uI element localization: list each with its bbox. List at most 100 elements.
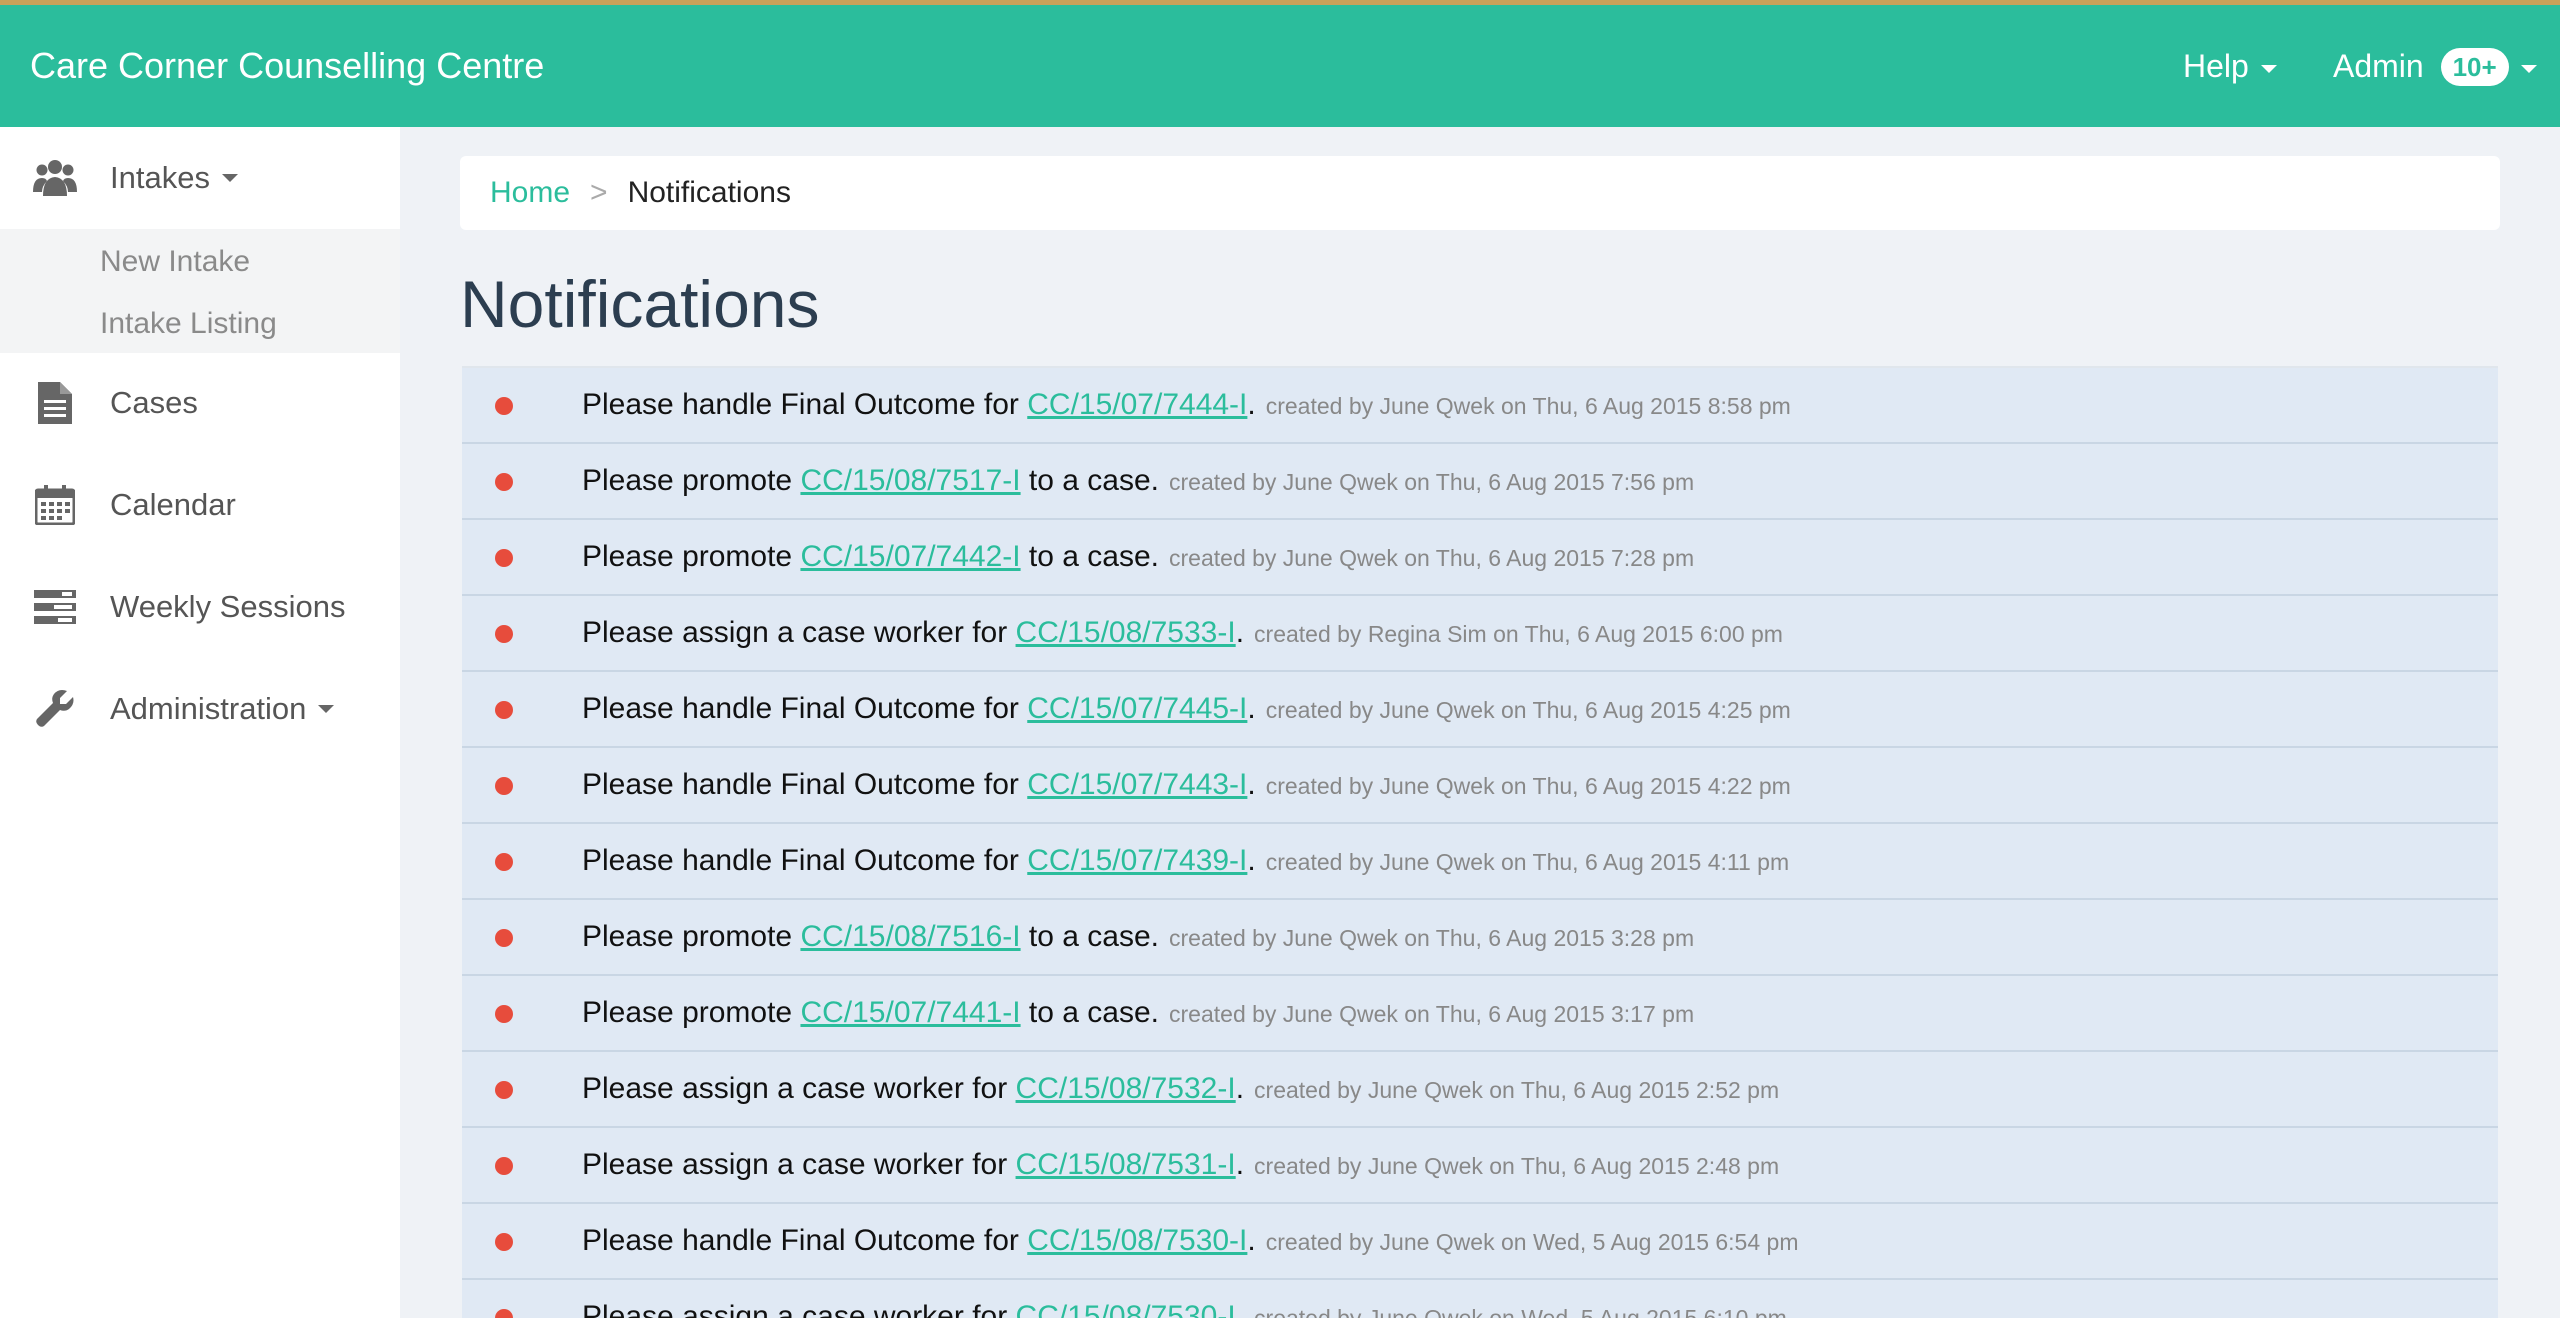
notification-row: Please assign a case worker for CC/15/08… — [462, 1052, 2498, 1128]
unread-dot-icon — [495, 1157, 513, 1175]
help-label: Help — [2183, 48, 2249, 84]
sidebar-item-weekly-sessions[interactable]: Weekly Sessions — [0, 567, 400, 647]
unread-dot-icon — [495, 397, 513, 415]
notification-text-end: . — [1247, 388, 1256, 421]
case-link[interactable]: CC/15/08/7516-I — [800, 920, 1020, 953]
notification-text-end: to a case. — [1020, 464, 1160, 497]
notification-text: Please handle Final Outcome for — [582, 768, 1028, 801]
notification-row: Please promote CC/15/07/7442-I to a case… — [462, 520, 2498, 596]
sidebar-item-label: Cases — [110, 385, 198, 420]
notification-count-badge: 10+ — [2440, 47, 2509, 86]
notification-text-end: to a case. — [1020, 540, 1160, 573]
unread-dot-icon — [495, 1233, 513, 1251]
notification-text-end: . — [1235, 616, 1245, 649]
admin-menu[interactable]: Admin 10+ — [2333, 5, 2537, 127]
submenu-intake-listing[interactable]: Intake Listing — [100, 307, 277, 341]
notification-meta: created by June Qwek on Thu, 6 Aug 2015 … — [1169, 469, 1695, 495]
page-title: Notifications — [460, 267, 820, 341]
sidebar-item-administration[interactable]: Administration — [0, 669, 400, 749]
case-link[interactable]: CC/15/07/7442-I — [800, 540, 1020, 573]
notification-row: Please handle Final Outcome for CC/15/07… — [462, 748, 2498, 824]
notification-message: Please assign a case worker for CC/15/08… — [582, 1148, 1779, 1182]
case-link[interactable]: CC/15/08/7533-I — [1016, 616, 1236, 649]
notification-text: Please promote — [582, 920, 801, 953]
case-link[interactable]: CC/15/07/7439-I — [1027, 844, 1247, 877]
notification-text: Please assign a case worker for — [582, 1148, 1016, 1181]
sidebar-item-label: Weekly Sessions — [110, 589, 346, 624]
wrench-icon — [0, 689, 110, 729]
breadcrumb-home-link[interactable]: Home — [490, 176, 570, 210]
notification-text: Please handle Final Outcome for — [582, 388, 1028, 421]
notification-list: Please handle Final Outcome for CC/15/07… — [462, 366, 2498, 1318]
unread-dot-icon — [495, 1081, 513, 1099]
notification-row: Please assign a case worker for CC/15/08… — [462, 1280, 2498, 1318]
notification-message: Please assign a case worker for CC/15/08… — [582, 616, 1783, 650]
app-title[interactable]: Care Corner Counselling Centre — [30, 5, 544, 127]
chevron-down-icon — [2520, 64, 2537, 73]
case-link[interactable]: CC/15/07/7445-I — [1027, 692, 1247, 725]
notification-text-end: . — [1247, 1224, 1256, 1257]
notification-row: Please handle Final Outcome for CC/15/07… — [462, 824, 2498, 900]
submenu-new-intake[interactable]: New Intake — [100, 245, 250, 279]
case-link[interactable]: CC/15/08/7530-I — [1027, 1224, 1247, 1257]
sidebar-item-intakes[interactable]: Intakes — [0, 138, 400, 218]
notification-row: Please assign a case worker for CC/15/08… — [462, 1128, 2498, 1204]
notification-text: Please assign a case worker for — [582, 1300, 1016, 1318]
breadcrumb: Home > Notifications — [460, 156, 2500, 230]
unread-dot-icon — [495, 625, 513, 643]
notification-message: Please handle Final Outcome for CC/15/08… — [582, 1224, 1799, 1258]
sidebar-item-label: Intakes — [110, 160, 210, 195]
notification-meta: created by June Qwek on Thu, 6 Aug 2015 … — [1265, 393, 1791, 419]
notification-text: Please handle Final Outcome for — [582, 692, 1028, 725]
notification-text: Please handle Final Outcome for — [582, 1224, 1028, 1257]
notification-meta: created by June Qwek on Thu, 6 Aug 2015 … — [1254, 1153, 1780, 1179]
unread-dot-icon — [495, 929, 513, 947]
notification-meta: created by June Qwek on Thu, 6 Aug 2015 … — [1169, 1001, 1695, 1027]
notification-message: Please promote CC/15/07/7442-I to a case… — [582, 540, 1694, 574]
notification-meta: created by June Qwek on Thu, 6 Aug 2015 … — [1265, 773, 1791, 799]
unread-dot-icon — [495, 853, 513, 871]
chevron-down-icon — [2260, 64, 2277, 73]
notification-meta: created by June Qwek on Thu, 6 Aug 2015 … — [1265, 697, 1791, 723]
notification-text-end: . — [1247, 692, 1256, 725]
unread-dot-icon — [495, 1005, 513, 1023]
users-icon — [0, 158, 110, 198]
case-link[interactable]: CC/15/08/7530-I — [1016, 1300, 1236, 1318]
case-link[interactable]: CC/15/08/7532-I — [1016, 1072, 1236, 1105]
case-link[interactable]: CC/15/08/7517-I — [800, 464, 1020, 497]
case-link[interactable]: CC/15/07/7441-I — [800, 996, 1020, 1029]
notification-meta: created by June Qwek on Thu, 6 Aug 2015 … — [1169, 545, 1695, 571]
breadcrumb-separator: > — [590, 176, 608, 209]
sidebar-item-cases[interactable]: Cases — [0, 363, 400, 443]
case-link[interactable]: CC/15/08/7531-I — [1016, 1148, 1236, 1181]
unread-dot-icon — [495, 701, 513, 719]
notification-text: Please promote — [582, 996, 801, 1029]
case-link[interactable]: CC/15/07/7443-I — [1027, 768, 1247, 801]
notification-message: Please promote CC/15/08/7516-I to a case… — [582, 920, 1694, 954]
notification-message: Please handle Final Outcome for CC/15/07… — [582, 844, 1789, 878]
notification-row: Please assign a case worker for CC/15/08… — [462, 596, 2498, 672]
case-link[interactable]: CC/15/07/7444-I — [1027, 388, 1247, 421]
notification-meta: created by June Qwek on Thu, 6 Aug 2015 … — [1169, 925, 1695, 951]
notification-text: Please handle Final Outcome for — [582, 844, 1028, 877]
sidebar-item-label: Administration — [110, 691, 307, 726]
notification-message: Please handle Final Outcome for CC/15/07… — [582, 768, 1791, 802]
notification-message: Please assign a case worker for CC/15/08… — [582, 1072, 1779, 1106]
chevron-down-icon — [221, 174, 238, 182]
notification-row: Please handle Final Outcome for CC/15/07… — [462, 368, 2498, 444]
help-menu[interactable]: Help — [2183, 5, 2277, 127]
sidebar: Intakes New Intake Intake Listing Cases … — [0, 127, 400, 1318]
notification-message: Please promote CC/15/07/7441-I to a case… — [582, 996, 1694, 1030]
notification-message: Please assign a case worker for CC/15/08… — [582, 1300, 1787, 1318]
intakes-submenu: New Intake Intake Listing — [0, 229, 400, 353]
unread-dot-icon — [495, 473, 513, 491]
notification-meta: created by Regina Sim on Thu, 6 Aug 2015… — [1254, 621, 1783, 647]
notification-text-end: . — [1235, 1148, 1245, 1181]
notification-message: Please handle Final Outcome for CC/15/07… — [582, 692, 1791, 726]
sidebar-item-calendar[interactable]: Calendar — [0, 465, 400, 545]
notification-row: Please promote CC/15/07/7441-I to a case… — [462, 976, 2498, 1052]
unread-dot-icon — [495, 549, 513, 567]
notification-row: Please handle Final Outcome for CC/15/07… — [462, 672, 2498, 748]
notification-text: Please assign a case worker for — [582, 1072, 1016, 1105]
top-navbar: Care Corner Counselling Centre Help Admi… — [0, 5, 2560, 127]
